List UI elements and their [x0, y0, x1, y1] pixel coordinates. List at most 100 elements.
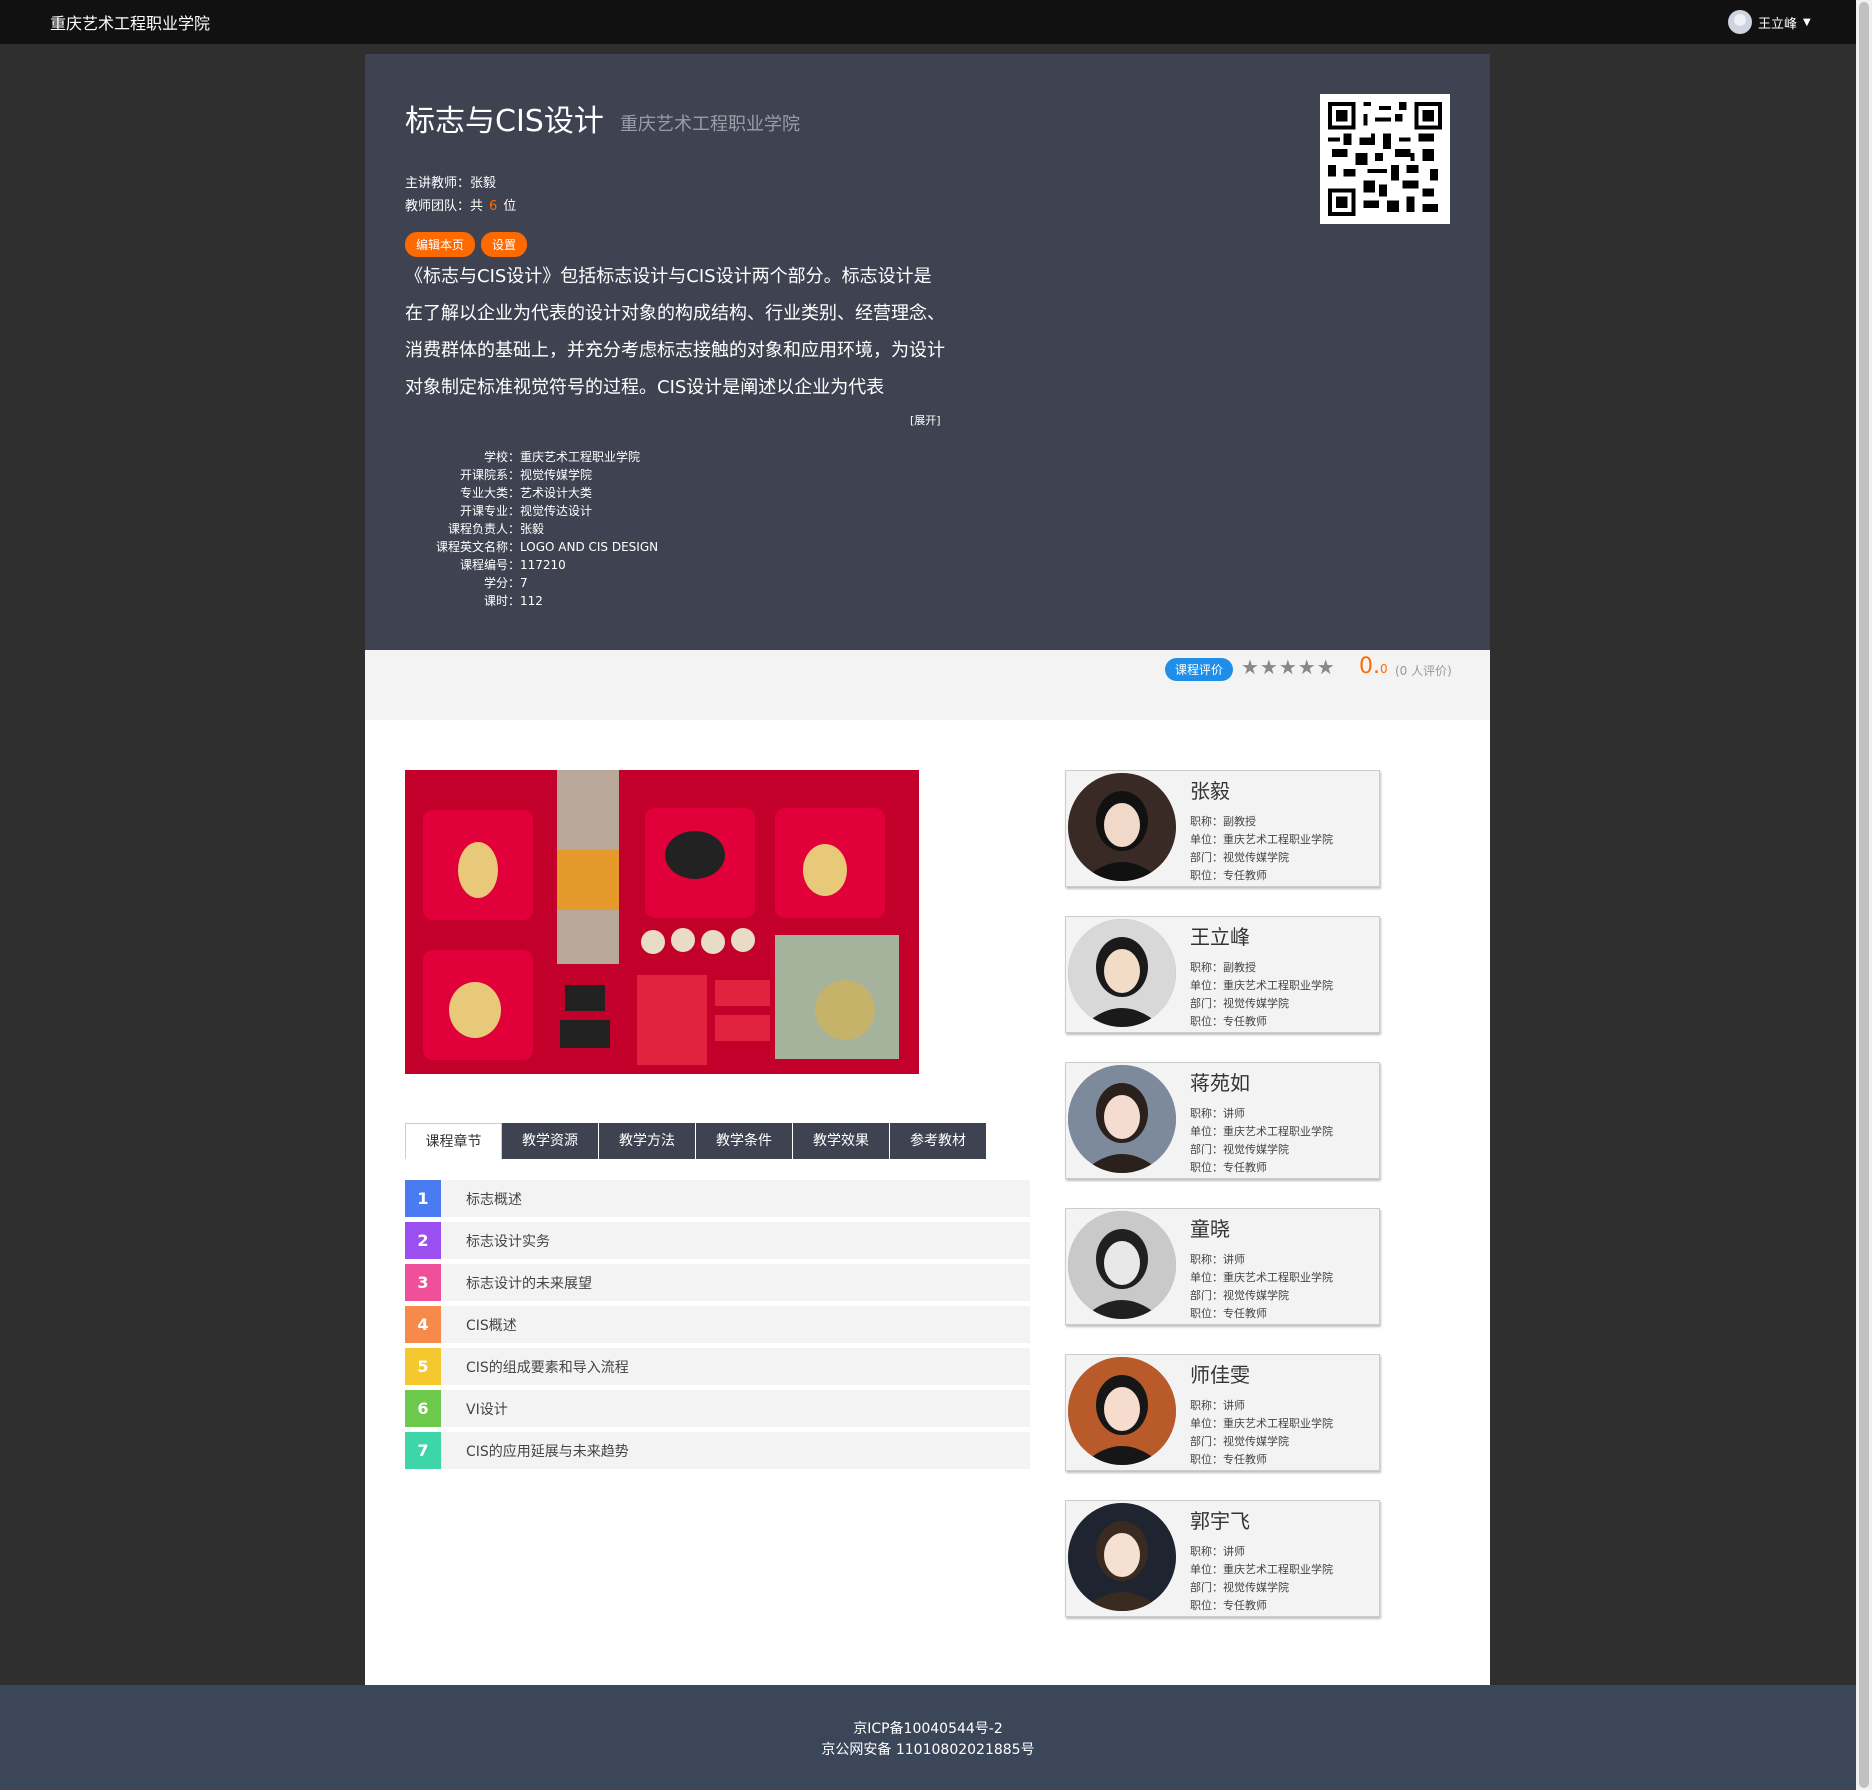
course-info-key: 学分： — [483, 576, 520, 590]
teacher-name[interactable]: 张毅 — [1190, 775, 1230, 804]
teacher-details: 职称：讲师单位：重庆艺术工程职业学院 部门：视觉传媒学院 职位：专任教师 — [1190, 1543, 1333, 1615]
teacher-title: 职称：副教授 — [1190, 961, 1256, 974]
course-info-row: 学校： 重庆艺术工程职业学院 — [405, 448, 658, 466]
top-navbar: 重庆艺术工程职业学院 王立峰 ▼ — [0, 0, 1856, 44]
edit-page-button[interactable]: 编辑本页 — [405, 232, 476, 257]
teacher-post: 职位：专任教师 — [1190, 1015, 1267, 1028]
chapter-item[interactable]: 2 标志设计实务 — [405, 1222, 1030, 1259]
teacher-avatar — [1068, 1357, 1176, 1465]
course-rating-button[interactable]: 课程评价 — [1165, 658, 1234, 681]
teacher-details: 职称：讲师 单位：重庆艺术工程职业学院 部门：视觉传媒学院 职位：专任教师 — [1190, 1105, 1333, 1177]
teacher-post: 职位：专任教师 — [1190, 1599, 1267, 1612]
police-record[interactable]: 京公网安备 11010802021885号 — [0, 1740, 1856, 1761]
chapter-item[interactable]: 5 CIS的组成要素和导入流程 — [405, 1348, 1030, 1385]
tab-1[interactable]: 教学资源 — [502, 1123, 599, 1159]
course-info-key: 学校： — [483, 450, 520, 464]
chapter-title[interactable]: CIS的应用延展与未来趋势 — [441, 1441, 629, 1461]
team-count: 6 — [489, 199, 498, 214]
chapter-number: 4 — [405, 1306, 441, 1343]
chapter-title[interactable]: CIS概述 — [441, 1315, 517, 1335]
teacher-avatar — [1068, 1211, 1176, 1319]
chapter-title[interactable]: 标志设计实务 — [441, 1231, 550, 1251]
course-tabs: 课程章节 教学资源 教学方法 教学条件 教学效果 参考教材 — [405, 1123, 987, 1159]
teacher-title: 职称：讲师 — [1190, 1545, 1245, 1558]
scrollbar-thumb[interactable] — [1859, 2, 1869, 1788]
chapter-title[interactable]: VI设计 — [441, 1399, 508, 1419]
teacher-details: 职称：副教授 单位：重庆艺术工程职业学院 部门：视觉传媒学院 职位：专任教师 — [1190, 959, 1333, 1031]
teacher-avatar — [1068, 1065, 1176, 1173]
course-info-key: 开课专业： — [459, 504, 520, 518]
teacher-unit: 单位：重庆艺术工程职业学院 — [1190, 979, 1333, 992]
chapter-title[interactable]: 标志概述 — [441, 1189, 522, 1209]
course-info-value: 112 — [520, 594, 543, 608]
chapter-list: 1 标志概述 2 标志设计实务 3 标志设计的未来展望 4 CIS概述 5 CIS的组成要素和导入… — [405, 1180, 1030, 1474]
chapter-item[interactable]: 7 CIS的应用延展与未来趋势 — [405, 1432, 1030, 1469]
teacher-portrait-icon — [1068, 1503, 1176, 1611]
chapter-title[interactable]: CIS的组成要素和导入流程 — [441, 1357, 629, 1377]
teacher-name[interactable]: 蒋苑如 — [1190, 1067, 1250, 1096]
teacher-card[interactable]: 张毅职称：副教授 单位：重庆艺术工程职业学院 部门：视觉传媒学院 职位：专任教师 — [1065, 770, 1380, 887]
course-description: 《标志与CIS设计》包括标志设计与CIS设计两个部分。标志设计是在了解以企业为代… — [405, 266, 945, 398]
teacher-name[interactable]: 王立峰 — [1190, 921, 1250, 950]
teacher-unit: 单位：重庆艺术工程职业学院 — [1190, 1563, 1333, 1576]
rating-count: (0 人评价) — [1395, 664, 1452, 678]
course-info-key: 课程编号： — [459, 558, 520, 572]
star-rating-icon[interactable]: ★★★★★ — [1241, 655, 1336, 679]
teacher-unit: 单位：重庆艺术工程职业学院 — [1190, 1125, 1333, 1138]
tab-4[interactable]: 教学效果 — [793, 1123, 890, 1159]
teacher-name[interactable]: 师佳雯 — [1190, 1359, 1250, 1388]
cover-illustration — [405, 770, 919, 1074]
settings-button[interactable]: 设置 — [481, 232, 528, 257]
teacher-name[interactable]: 童晓 — [1190, 1213, 1230, 1242]
teacher-dept: 部门：视觉传媒学院 — [1190, 1581, 1289, 1594]
course-info-value: 艺术设计大类 — [520, 486, 593, 500]
brand-logo-text[interactable]: 重庆艺术工程职业学院 — [50, 10, 210, 34]
chapter-number: 7 — [405, 1432, 441, 1469]
course-info-value: LOGO AND CIS DESIGN — [520, 540, 659, 554]
teacher-avatar — [1068, 1503, 1176, 1611]
teacher-card[interactable]: 师佳雯 职称：讲师 单位：重庆艺术工程职业学院 部门：视觉传媒学院 职位：专任教师 — [1065, 1354, 1380, 1471]
chapter-number: 1 — [405, 1180, 441, 1217]
teacher-dept: 部门：视觉传媒学院 — [1190, 1289, 1289, 1302]
teacher-post: 职位：专任教师 — [1190, 1307, 1267, 1320]
teacher-name[interactable]: 郭宇飞 — [1190, 1505, 1250, 1534]
teacher-unit: 单位：重庆艺术工程职业学院 — [1190, 1417, 1333, 1430]
tab-5[interactable]: 参考教材 — [890, 1123, 987, 1159]
course-info-row: 课程英文名称： LOGO AND CIS DESIGN — [405, 538, 658, 556]
chapter-number: 6 — [405, 1390, 441, 1427]
icp-record[interactable]: 京ICP备10040544号-2 — [0, 1719, 1856, 1740]
course-cover-image — [405, 770, 919, 1074]
course-school: 重庆艺术工程职业学院 — [620, 114, 800, 135]
expand-link[interactable]: [展开] — [910, 412, 941, 428]
teacher-portrait-icon — [1068, 1211, 1176, 1319]
teacher-card[interactable]: 童晓 职称：讲师 单位：重庆艺术工程职业学院 部门：视觉传媒学院 职位：专任教师 — [1065, 1208, 1380, 1325]
teacher-card[interactable]: 蒋苑如职称：讲师 单位：重庆艺术工程职业学院 部门：视觉传媒学院 职位：专任教师 — [1065, 1062, 1380, 1179]
teacher-dept: 部门：视觉传媒学院 — [1190, 1143, 1289, 1156]
teacher-card[interactable]: 郭宇飞职称：讲师单位：重庆艺术工程职业学院 部门：视觉传媒学院 职位：专任教师 — [1065, 1500, 1380, 1617]
tab-0[interactable]: 课程章节 — [405, 1123, 502, 1159]
course-info-value: 重庆艺术工程职业学院 — [520, 450, 641, 464]
tab-2[interactable]: 教学方法 — [599, 1123, 696, 1159]
chapter-item[interactable]: 3 标志设计的未来展望 — [405, 1264, 1030, 1301]
course-info-value: 视觉传达设计 — [520, 504, 593, 518]
teacher-details: 职称：副教授 单位：重庆艺术工程职业学院 部门：视觉传媒学院 职位：专任教师 — [1190, 813, 1333, 885]
course-info-value: 7 — [520, 576, 528, 590]
teacher-card[interactable]: 王立峰 职称：副教授 单位：重庆艺术工程职业学院 部门：视觉传媒学院 职位：专任教师 — [1065, 916, 1380, 1033]
course-info-key: 专业大类： — [459, 486, 520, 500]
main-content: 课程章节 教学资源 教学方法 教学条件 教学效果 参考教材 1 标志概述 2 标志设计实务 3 标志… — [365, 720, 1490, 1685]
teacher-dept: 部门：视觉传媒学院 — [1190, 851, 1289, 864]
course-info-key: 课程负责人： — [447, 522, 520, 536]
rating-score: 0.0 — [1359, 654, 1388, 679]
chapter-title[interactable]: 标志设计的未来展望 — [441, 1273, 592, 1293]
chapter-item[interactable]: 6 VI设计 — [405, 1390, 1030, 1427]
course-info-list: 学校： 重庆艺术工程职业学院 开课院系： 视觉传媒学院 专业大类： 艺术设计大类 开课专业：… — [405, 448, 658, 610]
vertical-scrollbar[interactable] — [1856, 0, 1872, 1790]
teacher-post: 职位：专任教师 — [1190, 1161, 1267, 1174]
course-header: 标志与CIS设计 重庆艺术工程职业学院 主讲教师：张毅 教师团队：共 6 位 编… — [365, 54, 1490, 650]
user-menu[interactable]: 王立峰 ▼ — [1728, 10, 1811, 34]
user-avatar-icon — [1728, 10, 1752, 34]
footer: 京ICP备10040544号-2 京公网安备 11010802021885号 — [0, 1685, 1856, 1790]
chapter-item[interactable]: 4 CIS概述 — [405, 1306, 1030, 1343]
tab-3[interactable]: 教学条件 — [696, 1123, 793, 1159]
chapter-item[interactable]: 1 标志概述 — [405, 1180, 1030, 1217]
